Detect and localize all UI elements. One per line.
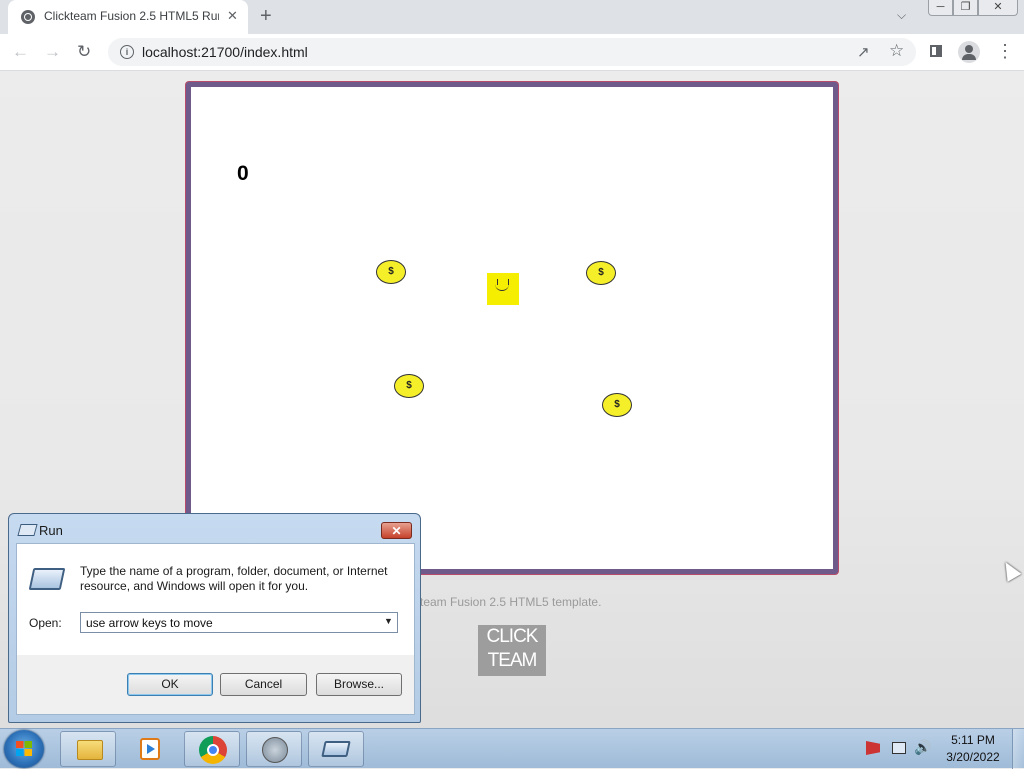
- player-smile: [495, 283, 509, 291]
- taskbar: 🔊 5:11 PM 3/20/2022: [0, 728, 1024, 769]
- taskbar-media-player[interactable]: [121, 731, 177, 767]
- profile-avatar-icon[interactable]: [958, 41, 980, 63]
- logo-line: TEAM: [487, 650, 538, 671]
- compass-icon: [262, 737, 288, 763]
- browser-tab[interactable]: Clickteam Fusion 2.5 HTML5 Runtime ✕: [8, 0, 248, 34]
- clock-time[interactable]: 5:11 PM: [940, 733, 1006, 747]
- bookmark-star-icon[interactable]: ☆: [889, 41, 904, 61]
- dialog-footer: OK Cancel Browse...: [16, 655, 415, 715]
- game-canvas[interactable]: 0 $ $ $ $: [186, 82, 838, 574]
- coin: $: [394, 374, 424, 398]
- ok-button[interactable]: OK: [127, 673, 213, 696]
- cancel-button[interactable]: Cancel: [220, 673, 307, 696]
- minimize-button[interactable]: ─: [928, 0, 953, 16]
- address-bar[interactable]: i localhost:21700/index.html ↗ ☆: [108, 38, 916, 66]
- coin: $: [602, 393, 632, 417]
- tab-strip: Clickteam Fusion 2.5 HTML5 Runtime ✕ + ⌵…: [0, 0, 1024, 34]
- chevron-down-icon[interactable]: ⌵: [897, 8, 906, 23]
- back-arrow-icon[interactable]: ←: [12, 42, 29, 62]
- close-tab-icon[interactable]: ✕: [227, 8, 238, 24]
- dialog-description: Type the name of a program, folder, docu…: [80, 564, 388, 593]
- tab-title: Clickteam Fusion 2.5 HTML5 Runtime: [44, 9, 219, 23]
- template-caption: ckteam Fusion 2.5 HTML5 template.: [408, 595, 602, 609]
- dialog-body: Type the name of a program, folder, docu…: [16, 543, 415, 657]
- mouse-cursor-icon: [998, 558, 1022, 582]
- browse-button[interactable]: Browse...: [316, 673, 402, 696]
- folder-icon: [77, 740, 103, 760]
- reload-icon[interactable]: ↻: [77, 42, 91, 62]
- taskbar-chrome[interactable]: [184, 731, 240, 767]
- coin: $: [586, 261, 616, 285]
- dialog-title: Run: [39, 523, 63, 538]
- taskbar-run[interactable]: [308, 731, 364, 767]
- dropdown-arrow-icon[interactable]: ▼: [384, 616, 393, 626]
- globe-icon: [21, 10, 35, 24]
- show-desktop-button[interactable]: [1012, 729, 1024, 769]
- more-menu-icon[interactable]: ⋮: [996, 41, 1014, 61]
- info-icon[interactable]: i: [120, 45, 134, 59]
- side-panel-icon[interactable]: [930, 45, 942, 57]
- browser-toolbar: ← → ↻ i localhost:21700/index.html ↗ ☆ ⋮: [0, 34, 1024, 71]
- share-icon[interactable]: ↗: [857, 43, 870, 61]
- score-counter: 0: [237, 162, 249, 185]
- player-character: [487, 273, 519, 305]
- run-dialog: Run ✕ Type the name of a program, folder…: [8, 513, 421, 723]
- close-dialog-button[interactable]: ✕: [381, 522, 412, 539]
- network-icon[interactable]: [892, 742, 906, 754]
- run-app-icon: [17, 524, 38, 536]
- new-tab-button[interactable]: +: [260, 5, 272, 27]
- clickteam-logo: CLICK TEAM: [478, 625, 546, 676]
- close-window-button[interactable]: ✕: [978, 0, 1018, 16]
- coin: $: [376, 260, 406, 284]
- open-label: Open:: [29, 616, 62, 630]
- forward-arrow-icon[interactable]: →: [44, 42, 61, 62]
- volume-icon[interactable]: 🔊: [914, 739, 931, 756]
- open-input[interactable]: [80, 612, 398, 633]
- restore-button[interactable]: ❐: [953, 0, 978, 16]
- run-program-icon: [28, 568, 66, 590]
- taskbar-explorer[interactable]: [60, 731, 116, 767]
- chrome-icon: [199, 736, 227, 764]
- taskbar-compass-app[interactable]: [246, 731, 302, 767]
- logo-line: CLICK: [486, 626, 539, 647]
- url-text[interactable]: localhost:21700/index.html: [142, 44, 308, 60]
- start-button[interactable]: [4, 730, 44, 768]
- run-icon: [321, 741, 351, 757]
- action-center-flag-icon[interactable]: [866, 741, 880, 755]
- media-player-icon: [140, 738, 160, 760]
- clock-date[interactable]: 3/20/2022: [940, 750, 1006, 764]
